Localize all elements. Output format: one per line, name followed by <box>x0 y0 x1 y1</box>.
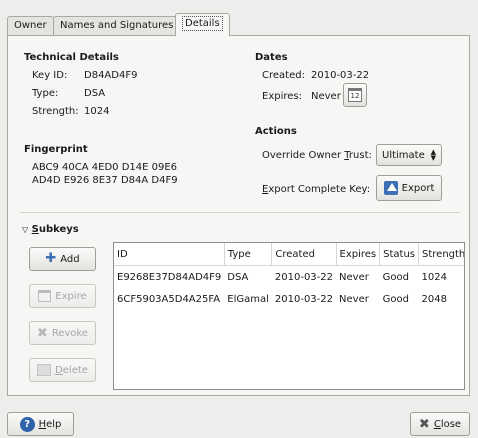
add-button-label: Add <box>60 253 80 265</box>
tab-label: Names and Signatures <box>60 20 174 31</box>
cell-expires: Never <box>339 271 369 283</box>
dates-heading: Dates <box>255 52 288 63</box>
expire-subkey-button[interactable]: Expire <box>29 284 96 308</box>
tab-names-and-signatures[interactable]: Names and Signatures <box>53 16 181 35</box>
calendar-icon <box>38 290 52 302</box>
cell-created: 2010-03-22 <box>274 271 334 283</box>
calendar-icon: 12 <box>348 88 362 102</box>
table-row[interactable]: 6CF5903A5D4A25FA ElGamal 2010-03-22 Neve… <box>114 288 464 310</box>
change-expiry-button[interactable]: 12 <box>343 83 367 107</box>
close-button-label: Close <box>433 418 462 430</box>
fingerprint-line-1: ABC9 40CA 4ED0 D14E 09E6 <box>32 162 178 173</box>
key-id-value: D84AD4F9 <box>84 70 138 81</box>
add-subkey-button[interactable]: ✚ Add <box>29 247 96 271</box>
expires-label: Expires: <box>262 91 302 102</box>
key-id-label: Key ID: <box>32 70 68 81</box>
expire-button-label: Expire <box>55 290 87 302</box>
export-complete-key-label: Export Complete Key: <box>262 184 371 195</box>
owner-trust-value: Ultimate <box>382 149 425 161</box>
column-header-id[interactable]: ID <box>114 243 225 266</box>
cell-expires: Never <box>339 293 369 305</box>
delete-subkey-button[interactable]: Delete <box>29 358 96 382</box>
revoke-button-label: Revoke <box>51 327 89 339</box>
column-header-expires[interactable]: Expires <box>336 243 381 266</box>
tab-owner[interactable]: Owner <box>7 16 54 35</box>
expires-value: Never <box>311 91 341 102</box>
expander-arrow-icon: ▽ <box>22 225 29 234</box>
cell-status: Good <box>382 271 409 283</box>
cell-status: Good <box>382 293 409 305</box>
help-button[interactable]: ? Help <box>7 412 74 436</box>
tab-label: Owner <box>14 20 47 31</box>
created-label: Created: <box>262 70 305 81</box>
subkey-table: ID Type Created Expires Status Strength … <box>114 243 464 310</box>
table-row[interactable]: E9268E37D84AD4F9 DSA 2010-03-22 Never Go… <box>114 266 464 289</box>
strength-value: 1024 <box>84 106 110 117</box>
column-header-type[interactable]: Type <box>224 243 273 266</box>
fingerprint-line-2: AD4D E926 8E37 D84A D4F9 <box>32 175 178 186</box>
export-button-label: Export <box>401 182 435 194</box>
technical-details-heading: Technical Details <box>24 52 119 63</box>
close-button[interactable]: ✖ Close <box>410 412 470 436</box>
tab-details[interactable]: Details <box>175 13 230 36</box>
cell-strength: 1024 <box>421 271 447 283</box>
column-header-strength[interactable]: Strength <box>418 243 464 266</box>
column-header-created[interactable]: Created <box>271 243 337 266</box>
fingerprint-heading: Fingerprint <box>24 144 88 155</box>
help-icon: ? <box>19 416 35 432</box>
export-button[interactable]: Export <box>376 175 442 201</box>
cell-id: E9268E37D84AD4F9 <box>117 271 222 283</box>
actions-heading: Actions <box>255 126 297 137</box>
separator <box>20 212 460 213</box>
type-label: Type: <box>32 88 59 99</box>
cell-strength: 2048 <box>421 293 447 305</box>
strength-label: Strength: <box>32 106 79 117</box>
subkeys-expander[interactable]: ▽ Subkeys <box>22 224 79 235</box>
type-value: DSA <box>84 88 106 99</box>
cell-type: ElGamal <box>227 293 269 305</box>
close-icon: ✖ <box>418 416 430 432</box>
x-icon: ✖ <box>36 325 48 341</box>
delete-button-label: Delete <box>55 364 88 376</box>
spin-arrows-icon: ▲ ▼ <box>430 148 436 162</box>
delete-icon <box>37 364 52 376</box>
tab-label: Details <box>182 16 223 31</box>
created-value: 2010-03-22 <box>311 70 370 81</box>
subkey-table-header: ID Type Created Expires Status Strength <box>114 243 464 266</box>
help-button-label: Help <box>38 418 62 430</box>
export-icon <box>383 181 398 195</box>
subkey-list[interactable]: ID Type Created Expires Status Strength … <box>113 242 465 390</box>
plus-icon: ✚ <box>45 251 57 266</box>
column-header-status[interactable]: Status <box>379 243 420 266</box>
cell-id: 6CF5903A5D4A25FA <box>117 293 221 305</box>
revoke-subkey-button[interactable]: ✖ Revoke <box>29 321 96 345</box>
override-trust-label: Override Owner Trust: <box>262 150 372 161</box>
cell-created: 2010-03-22 <box>274 293 334 305</box>
owner-trust-select[interactable]: Ultimate ▲ ▼ <box>376 144 442 166</box>
cell-type: DSA <box>227 271 249 283</box>
